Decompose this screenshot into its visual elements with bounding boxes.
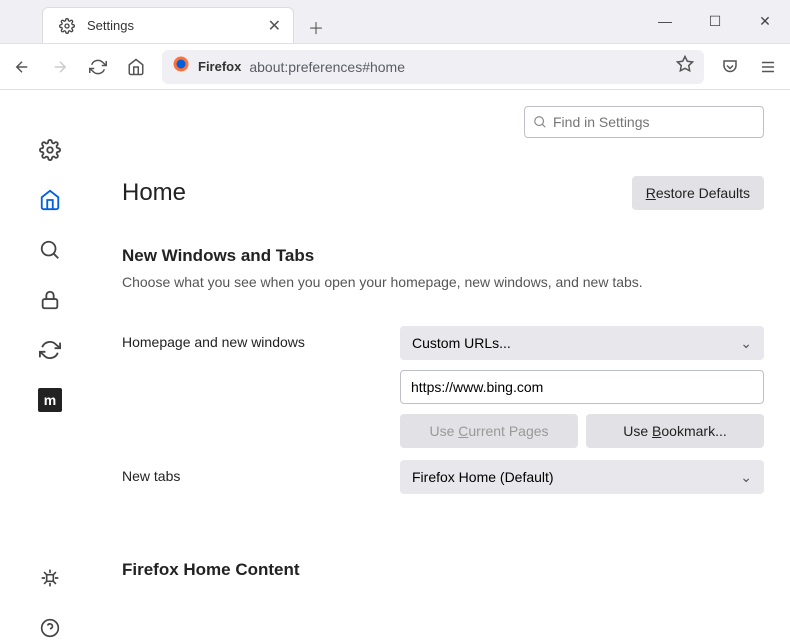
restore-defaults-button[interactable]: Restore Defaults: [632, 176, 764, 210]
sidebar-help-icon[interactable]: [38, 616, 62, 640]
newtabs-mode-value: Firefox Home (Default): [412, 469, 554, 485]
main-panel: Home Restore Defaults New Windows and Ta…: [100, 90, 790, 640]
page-title: Home: [122, 179, 186, 207]
forward-button[interactable]: [42, 49, 78, 85]
sidebar-search-icon[interactable]: [38, 238, 62, 262]
section-home-content-title: Firefox Home Content: [122, 560, 764, 580]
gear-icon: [55, 14, 79, 38]
tab-settings[interactable]: Settings ✕: [42, 7, 294, 43]
back-button[interactable]: [4, 49, 40, 85]
close-window-button[interactable]: ✕: [740, 0, 790, 43]
newtabs-mode-dropdown[interactable]: Firefox Home (Default) ⌄: [400, 460, 764, 494]
firefox-icon: [172, 55, 190, 78]
navbar: Firefox about:preferences#home: [0, 44, 790, 90]
minimize-button[interactable]: —: [640, 0, 690, 43]
sidebar-general-icon[interactable]: [38, 138, 62, 162]
url-text: about:preferences#home: [249, 59, 405, 75]
homepage-mode-dropdown[interactable]: Custom URLs... ⌄: [400, 326, 764, 360]
brand-label: Firefox: [198, 59, 241, 74]
use-bookmark-button[interactable]: Use Bookmark...: [586, 414, 764, 448]
address-bar[interactable]: Firefox about:preferences#home: [162, 50, 704, 84]
sidebar-extension-icon[interactable]: m: [38, 388, 62, 412]
tab-title: Settings: [87, 18, 260, 33]
sidebar-addons-icon[interactable]: [38, 566, 62, 590]
titlebar: Settings ✕ ＋ — ☐ ✕: [0, 0, 790, 44]
settings-search-input[interactable]: [553, 114, 755, 130]
homepage-label: Homepage and new windows: [122, 326, 400, 350]
section-windows-tabs-title: New Windows and Tabs: [122, 246, 764, 266]
pocket-button[interactable]: [712, 49, 748, 85]
home-button[interactable]: [118, 49, 154, 85]
maximize-button[interactable]: ☐: [690, 0, 740, 43]
settings-search[interactable]: [524, 106, 764, 138]
new-tab-button[interactable]: ＋: [300, 11, 332, 43]
newtabs-label: New tabs: [122, 460, 400, 484]
bookmark-star-icon[interactable]: [676, 55, 694, 78]
reload-button[interactable]: [80, 49, 116, 85]
window-controls: — ☐ ✕: [640, 0, 790, 43]
sidebar-home-icon[interactable]: [38, 188, 62, 212]
use-current-pages-button[interactable]: Use Current Pages: [400, 414, 578, 448]
settings-sidebar: m: [0, 90, 100, 640]
homepage-url-input[interactable]: [400, 370, 764, 404]
sidebar-sync-icon[interactable]: [38, 338, 62, 362]
tab-close-icon[interactable]: ✕: [268, 16, 281, 36]
menu-button[interactable]: [750, 49, 786, 85]
chevron-down-icon: ⌄: [740, 335, 752, 352]
chevron-down-icon: ⌄: [740, 469, 752, 486]
homepage-mode-value: Custom URLs...: [412, 335, 511, 351]
section-description: Choose what you see when you open your h…: [122, 274, 764, 290]
sidebar-privacy-icon[interactable]: [38, 288, 62, 312]
content-area: m Home Restore Defaults New Windows and …: [0, 90, 790, 640]
search-icon: [533, 115, 547, 129]
